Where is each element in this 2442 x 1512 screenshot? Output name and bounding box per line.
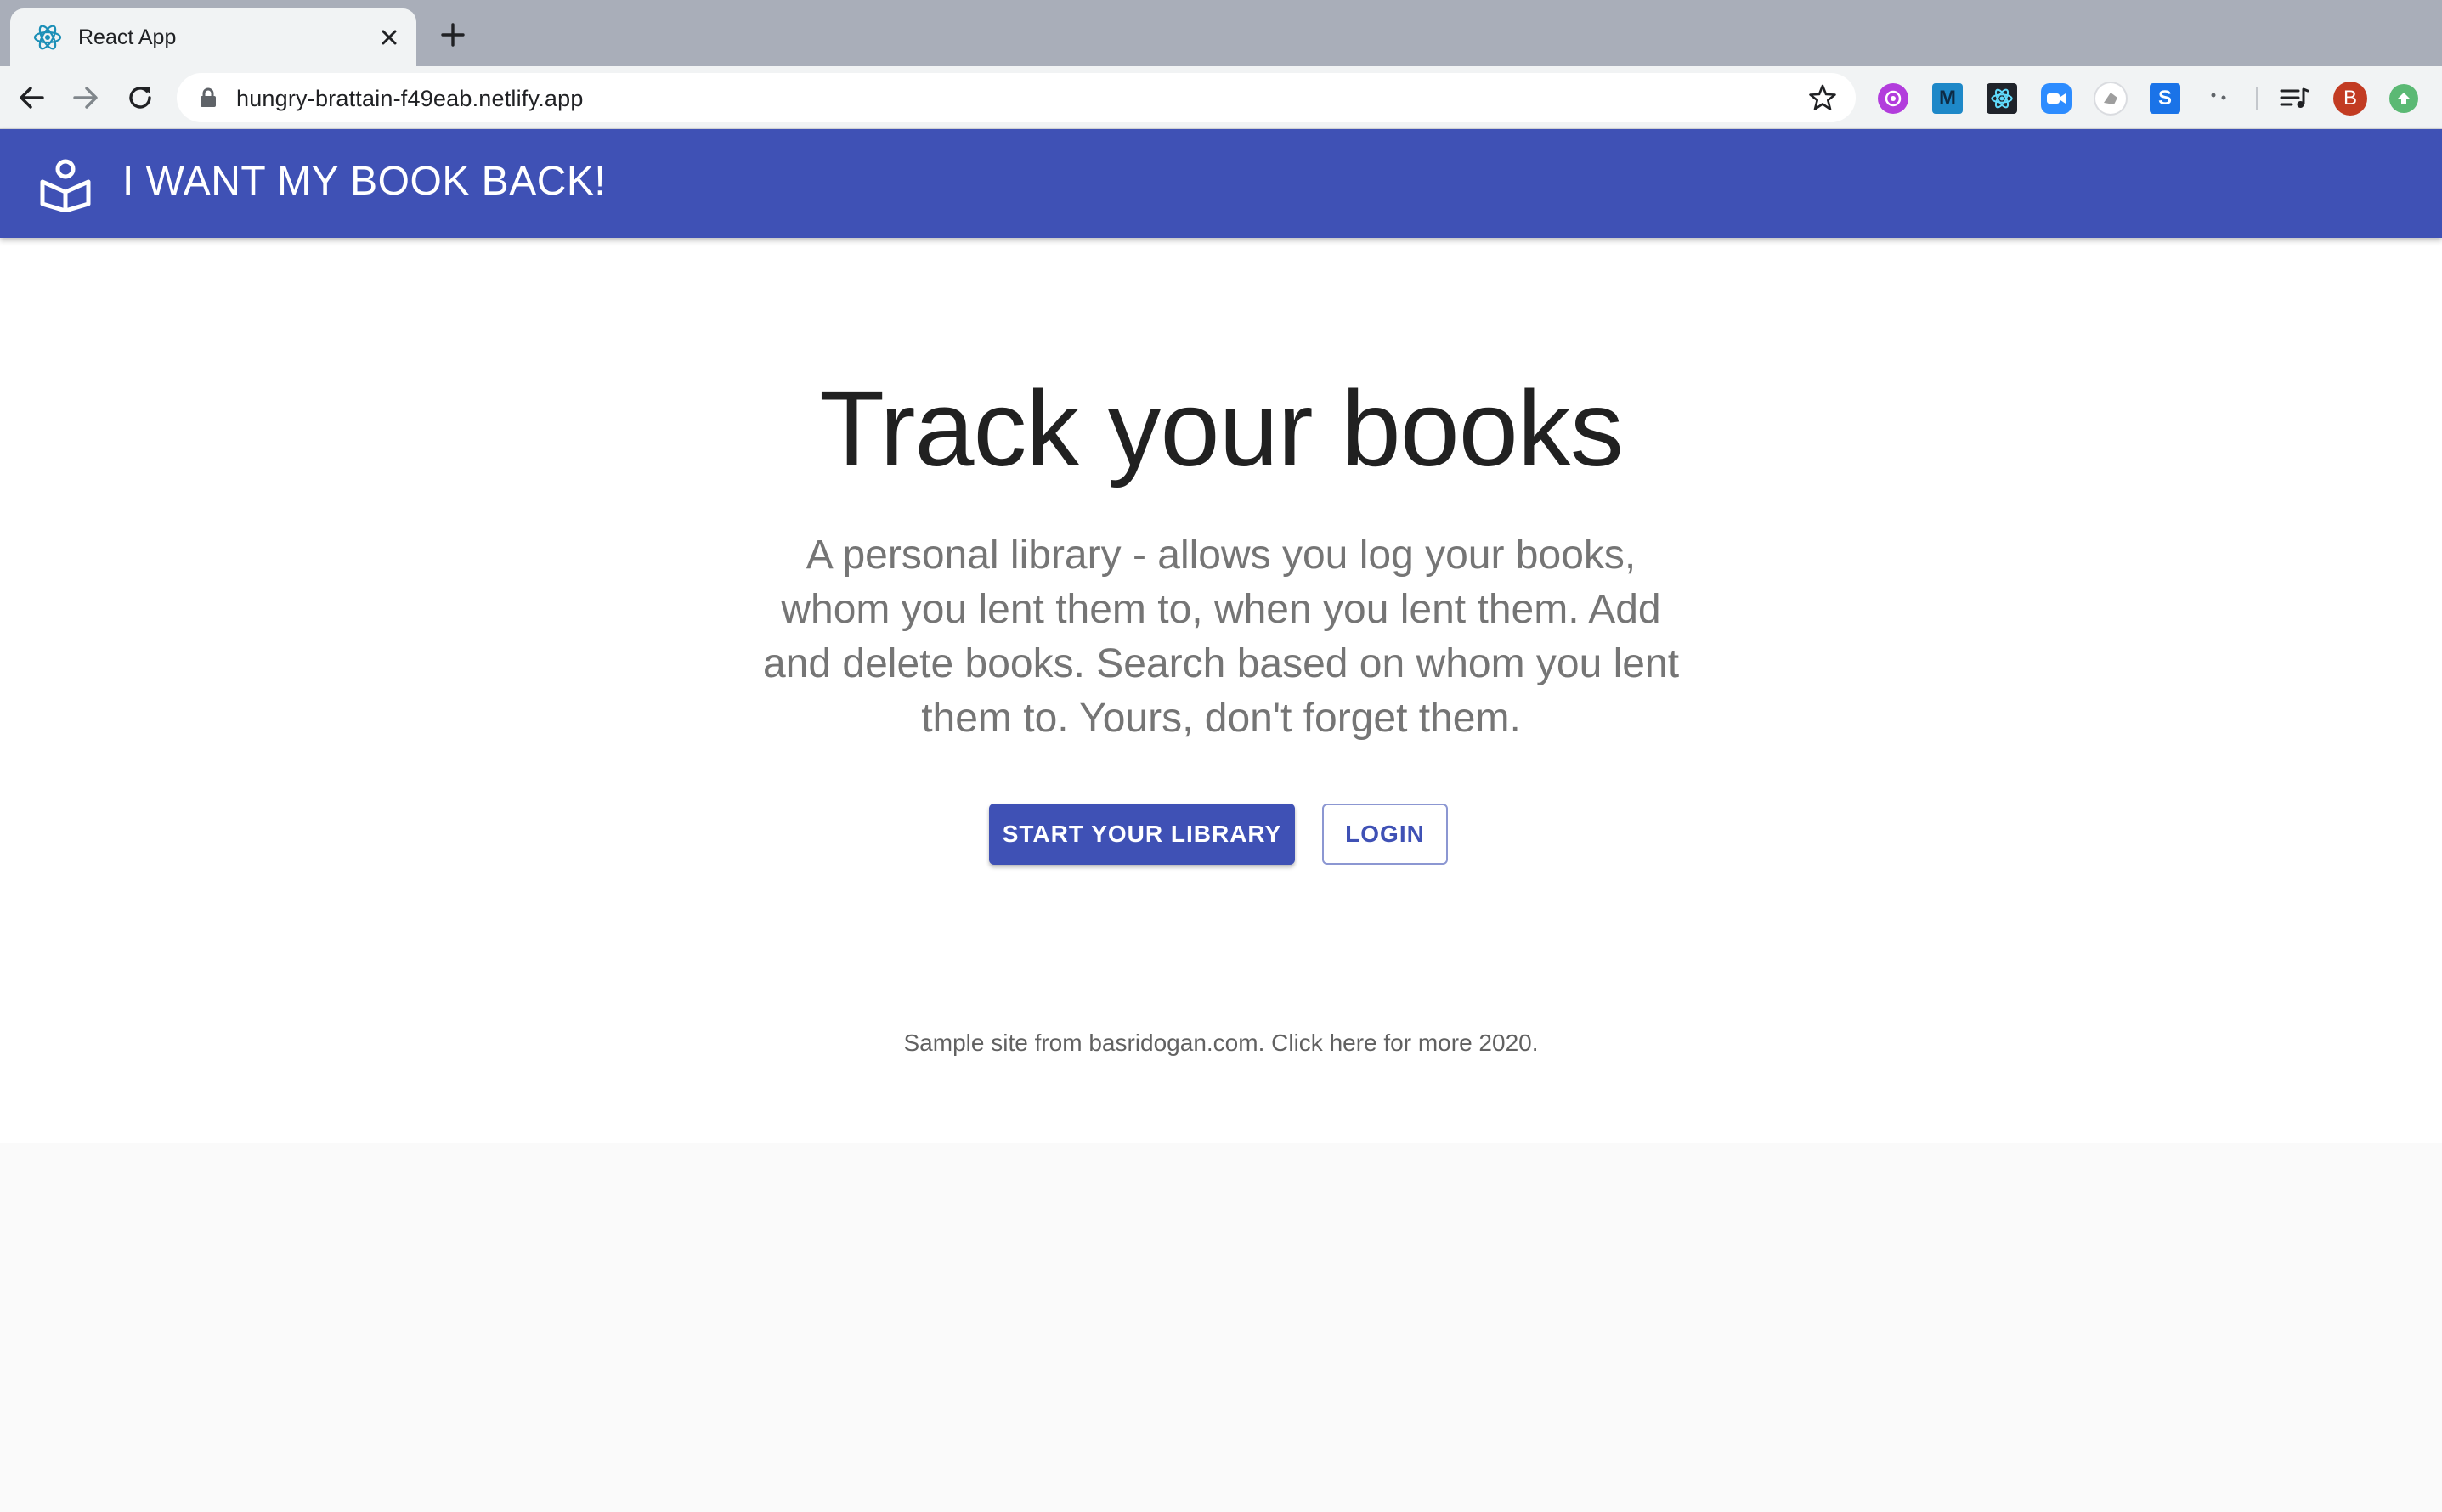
update-icon[interactable]: [2389, 84, 2418, 113]
m-extension-icon[interactable]: M: [1932, 83, 1963, 114]
s-extension-label: S: [2157, 87, 2172, 110]
dots-extension-icon[interactable]: [2204, 83, 2235, 114]
start-library-button[interactable]: START YOUR LIBRARY: [989, 804, 1295, 865]
footer-link[interactable]: Sample site from basridogan.com. Click h…: [0, 1030, 2442, 1057]
login-button[interactable]: LOGIN: [1322, 804, 1448, 865]
profile-initial: B: [2343, 87, 2357, 110]
tab-title: React App: [78, 25, 177, 49]
reload-icon[interactable]: [124, 82, 156, 114]
book-reader-icon: [40, 159, 91, 212]
purple-extension-icon[interactable]: [1878, 83, 1908, 114]
hero-title: Track your books: [819, 369, 1624, 488]
back-arrow-icon[interactable]: [15, 82, 48, 114]
hero-description: A personal library - allows you log your…: [762, 533, 1680, 741]
m-extension-label: M: [1939, 87, 1956, 110]
address-bar[interactable]: hungry-brattain-f49eab.netlify.app: [177, 73, 1856, 122]
reading-list-icon[interactable]: [2279, 83, 2309, 114]
react-devtools-icon[interactable]: [1987, 83, 2017, 114]
url-text: hungry-brattain-f49eab.netlify.app: [236, 86, 584, 111]
toolbar-divider: [2256, 87, 2258, 110]
hero-section: Track your books A personal library - al…: [0, 238, 2442, 1143]
app-title[interactable]: I WANT MY BOOK BACK!: [122, 158, 606, 205]
profile-avatar[interactable]: B: [2333, 82, 2367, 116]
react-favicon-icon: [33, 25, 62, 50]
bookmark-star-icon[interactable]: [1808, 83, 1837, 112]
grey-extension-icon[interactable]: [2095, 83, 2126, 114]
browser-tab-active[interactable]: React App: [10, 8, 416, 66]
browser-tab-strip: React App: [0, 0, 2442, 66]
tab-close-icon[interactable]: [376, 24, 403, 51]
new-tab-icon[interactable]: [438, 20, 467, 49]
app-header: I WANT MY BOOK BACK!: [0, 129, 2442, 238]
lock-icon: [201, 87, 216, 107]
s-extension-icon[interactable]: S: [2150, 83, 2180, 114]
forward-arrow-icon[interactable]: [70, 82, 102, 114]
browser-toolbar: hungry-brattain-f49eab.netlify.app M S B: [0, 66, 2442, 129]
zoom-extension-icon[interactable]: [2041, 83, 2072, 114]
